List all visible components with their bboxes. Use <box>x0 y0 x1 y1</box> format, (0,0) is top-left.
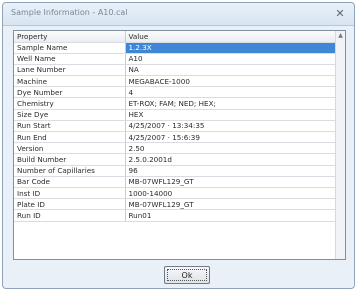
table-row[interactable]: Run Start 4/25/2007 · 13:34:35 <box>14 120 338 133</box>
table-row[interactable]: Build Number 2.5.0.2001d <box>14 153 338 166</box>
ok-button[interactable]: Ok <box>164 266 210 284</box>
table-row[interactable]: Sample Name 1.2.3X <box>14 42 338 54</box>
property-cell: Machine <box>14 75 126 88</box>
vertical-scrollbar[interactable]: ▲ <box>335 31 345 259</box>
value-cell[interactable]: NA <box>125 64 338 77</box>
value-cell[interactable]: MEGABACE-1000 <box>125 75 338 88</box>
value-cell[interactable]: 2.50 <box>125 142 338 155</box>
value-cell[interactable]: 4/25/2007 · 13:34:35 <box>125 120 338 133</box>
property-grid[interactable]: Property Value Sample Name 1.2.3X Well Na… <box>13 30 346 260</box>
property-cell: Version <box>14 142 126 155</box>
property-cell: Dye Number <box>14 86 126 99</box>
table-row[interactable]: Run ID Run01 <box>14 209 338 222</box>
value-cell[interactable]: MB-07WFL129_GT <box>125 176 338 188</box>
property-cell: Plate ID <box>14 198 126 211</box>
property-cell: Inst ID <box>14 187 126 200</box>
value-cell[interactable]: 2.5.0.2001d <box>125 153 338 166</box>
property-column-header[interactable]: Property <box>14 31 126 43</box>
value-cell[interactable]: A10 <box>125 53 338 65</box>
property-table: Property Value Sample Name 1.2.3X Well Na… <box>14 31 338 222</box>
table-row[interactable]: Dye Number 4 <box>14 86 338 99</box>
table-row[interactable]: Version 2.50 <box>14 142 338 155</box>
value-cell[interactable]: 96 <box>125 165 338 177</box>
property-cell: Number of Capillaries <box>14 165 126 177</box>
value-cell[interactable]: 1000-14000 <box>125 187 338 200</box>
title-bar: Sample Information - A10.cal ✕ <box>3 3 354 26</box>
table-row[interactable]: Bar Code MB-07WFL129_GT <box>14 176 338 188</box>
scroll-up-arrow-icon[interactable]: ▲ <box>336 31 345 40</box>
property-cell: Chemistry <box>14 97 126 110</box>
value-cell[interactable]: HEX <box>125 109 338 121</box>
property-cell: Lane Number <box>14 64 126 77</box>
property-cell: Run Start <box>14 120 126 133</box>
value-cell[interactable]: MB-07WFL129_GT <box>125 198 338 211</box>
property-cell: Run End <box>14 131 126 144</box>
table-row[interactable]: Number of Capillaries 96 <box>14 165 338 177</box>
value-cell[interactable]: ET-ROX; FAM; NED; HEX; <box>125 97 338 110</box>
table-row[interactable]: Inst ID 1000-14000 <box>14 187 338 200</box>
table-row[interactable]: Plate ID MB-07WFL129_GT <box>14 198 338 211</box>
sample-information-dialog: Sample Information - A10.cal ✕ Property … <box>2 2 355 289</box>
table-row[interactable]: Machine MEGABACE-1000 <box>14 75 338 88</box>
property-cell: Size Dye <box>14 109 126 121</box>
close-button[interactable]: ✕ <box>332 7 348 20</box>
property-cell: Build Number <box>14 153 126 166</box>
value-cell[interactable]: Run01 <box>125 209 338 222</box>
ok-button-label: Ok <box>167 269 207 281</box>
value-cell[interactable]: 1.2.3X <box>125 42 338 54</box>
value-cell[interactable]: 4/25/2007 · 15:6:39 <box>125 131 338 144</box>
value-column-header[interactable]: Value <box>125 31 338 43</box>
table-row[interactable]: Chemistry ET-ROX; FAM; NED; HEX; <box>14 97 338 110</box>
table-row[interactable]: Size Dye HEX <box>14 109 338 121</box>
property-cell: Bar Code <box>14 176 126 188</box>
header-row: Property Value <box>14 31 338 43</box>
table-row[interactable]: Well Name A10 <box>14 53 338 65</box>
table-row[interactable]: Run End 4/25/2007 · 15:6:39 <box>14 131 338 144</box>
property-cell: Sample Name <box>14 42 126 54</box>
window-title: Sample Information - A10.cal <box>11 8 128 17</box>
value-cell[interactable]: 4 <box>125 86 338 99</box>
property-cell: Run ID <box>14 209 126 222</box>
table-row[interactable]: Lane Number NA <box>14 64 338 77</box>
property-cell: Well Name <box>14 53 126 65</box>
